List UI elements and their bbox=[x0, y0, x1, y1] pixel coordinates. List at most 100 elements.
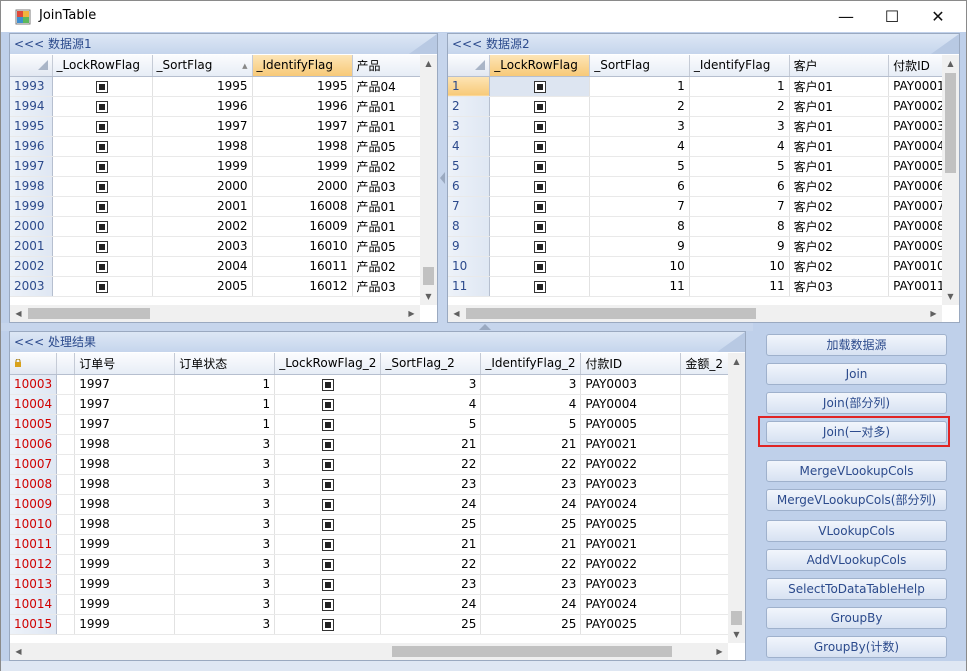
scroll-thumb[interactable] bbox=[423, 267, 434, 285]
minimize-button[interactable]: — bbox=[823, 1, 869, 32]
table-cell[interactable]: 5 bbox=[689, 156, 790, 177]
checkbox[interactable] bbox=[96, 100, 108, 113]
col-header[interactable]: 订单号 bbox=[74, 353, 176, 375]
checkbox[interactable] bbox=[321, 398, 334, 411]
checkbox[interactable] bbox=[533, 260, 546, 273]
col-header[interactable]: _LockRowFlag_2 bbox=[274, 353, 382, 375]
table-cell[interactable]: 1998 bbox=[74, 494, 176, 515]
table-cell[interactable]: 25 bbox=[480, 614, 582, 635]
table-cell[interactable]: 16011 bbox=[252, 256, 353, 277]
col-header[interactable]: 付款ID bbox=[580, 353, 682, 375]
table-cell[interactable]: 客户01 bbox=[789, 116, 890, 137]
table-cell[interactable]: 24 bbox=[480, 594, 582, 615]
merge-vlookup-cols-button[interactable]: MergeVLookupCols bbox=[766, 460, 947, 482]
scroll-up-icon[interactable]: ▲ bbox=[728, 353, 745, 370]
table-cell[interactable]: PAY0024 bbox=[580, 494, 682, 515]
table-row[interactable]: 10014 1999 3 24 24 PAY0024 bbox=[10, 594, 742, 615]
row-header[interactable]: 2000 bbox=[10, 216, 53, 237]
checkbox[interactable] bbox=[321, 498, 334, 511]
table-cell[interactable]: 3 bbox=[174, 454, 276, 475]
lock-checkbox-cell[interactable] bbox=[274, 574, 382, 595]
row-header[interactable]: 1994 bbox=[10, 96, 53, 117]
table-cell[interactable]: 4 bbox=[380, 394, 482, 415]
checkbox[interactable] bbox=[321, 578, 334, 591]
table-row[interactable]: 6 6 6 客户02 PAY0006 bbox=[448, 176, 959, 197]
table-row[interactable]: 1993 1995 1995 产品04 bbox=[10, 76, 423, 97]
table-cell[interactable]: 1998 bbox=[74, 454, 176, 475]
table-cell[interactable]: 3 bbox=[689, 116, 790, 137]
table-cell[interactable]: 23 bbox=[480, 474, 582, 495]
table-cell[interactable]: 产品03 bbox=[352, 176, 423, 197]
lock-checkbox-cell[interactable] bbox=[52, 116, 153, 137]
table-cell[interactable]: PAY0025 bbox=[580, 514, 682, 535]
row-header[interactable]: 10011 bbox=[10, 534, 58, 555]
datasource1-vscroll[interactable]: ▲ ▼ bbox=[420, 55, 437, 305]
table-cell[interactable]: 3 bbox=[589, 116, 690, 137]
table-cell[interactable]: 2000 bbox=[252, 176, 353, 197]
lock-checkbox-cell[interactable] bbox=[489, 156, 591, 177]
col-header[interactable]: _SortFlag bbox=[152, 55, 253, 77]
table-cell[interactable]: 22 bbox=[480, 454, 582, 475]
table-cell[interactable]: 1999 bbox=[74, 614, 176, 635]
table-cell[interactable]: PAY0023 bbox=[580, 574, 682, 595]
table-cell[interactable]: 10 bbox=[689, 256, 790, 277]
lock-checkbox-cell[interactable] bbox=[274, 414, 382, 435]
row-header[interactable]: 10014 bbox=[10, 594, 58, 615]
table-cell[interactable]: 22 bbox=[480, 554, 582, 575]
table-cell[interactable]: 9 bbox=[589, 236, 690, 257]
checkbox[interactable] bbox=[321, 538, 334, 551]
table-cell[interactable]: 1999 bbox=[252, 156, 353, 177]
row-header[interactable]: 5 bbox=[448, 156, 491, 177]
table-cell[interactable]: 1998 bbox=[152, 136, 253, 157]
table-cell[interactable]: 客户03 bbox=[789, 276, 890, 297]
table-cell[interactable]: PAY0004 bbox=[580, 394, 682, 415]
table-cell[interactable]: 2 bbox=[689, 96, 790, 117]
table-cell[interactable]: 21 bbox=[480, 434, 582, 455]
table-cell[interactable]: 2000 bbox=[152, 176, 253, 197]
datasource1-grid[interactable]: _LockRowFlag _SortFlag _IdentifyFlag 产品 … bbox=[10, 55, 437, 305]
table-cell[interactable]: 产品05 bbox=[352, 136, 423, 157]
maximize-button[interactable]: ☐ bbox=[869, 1, 915, 32]
table-cell[interactable]: 1 bbox=[589, 76, 690, 97]
table-cell[interactable]: 1999 bbox=[74, 594, 176, 615]
table-cell[interactable]: 1 bbox=[689, 76, 790, 97]
table-cell[interactable]: 3 bbox=[174, 514, 276, 535]
scroll-right-icon[interactable]: ▶ bbox=[711, 643, 728, 660]
table-cell[interactable]: 1999 bbox=[152, 156, 253, 177]
table-row[interactable]: 3 3 3 客户01 PAY0003 bbox=[448, 116, 959, 137]
table-row[interactable]: 7 7 7 客户02 PAY0007 bbox=[448, 196, 959, 217]
col-header[interactable]: 客户 bbox=[789, 55, 890, 77]
table-cell[interactable]: 2001 bbox=[152, 196, 253, 217]
table-row[interactable]: 10010 1998 3 25 25 PAY0025 bbox=[10, 514, 742, 535]
checkbox[interactable] bbox=[96, 180, 108, 193]
table-cell[interactable]: 21 bbox=[380, 434, 482, 455]
table-cell[interactable]: 23 bbox=[380, 474, 482, 495]
table-cell[interactable]: 1995 bbox=[252, 76, 353, 97]
row-header[interactable]: 10006 bbox=[10, 434, 58, 455]
checkbox[interactable] bbox=[96, 160, 108, 173]
row-header[interactable]: 10012 bbox=[10, 554, 58, 575]
table-cell[interactable]: 1999 bbox=[74, 554, 176, 575]
table-cell[interactable]: 4 bbox=[689, 136, 790, 157]
join-button[interactable]: Join bbox=[766, 363, 947, 385]
checkbox[interactable] bbox=[321, 558, 334, 571]
table-cell[interactable]: 7 bbox=[589, 196, 690, 217]
table-cell[interactable]: 16009 bbox=[252, 216, 353, 237]
checkbox[interactable] bbox=[96, 220, 108, 233]
table-cell[interactable]: PAY0021 bbox=[580, 434, 682, 455]
table-row[interactable]: 1996 1998 1998 产品05 bbox=[10, 136, 423, 157]
checkbox[interactable] bbox=[321, 438, 334, 451]
table-cell[interactable]: PAY0021 bbox=[580, 534, 682, 555]
checkbox[interactable] bbox=[96, 260, 108, 273]
table-cell[interactable]: 产品05 bbox=[352, 236, 423, 257]
checkbox[interactable] bbox=[321, 518, 334, 531]
table-cell-blank[interactable] bbox=[56, 414, 76, 435]
table-row[interactable]: 10004 1997 1 4 4 PAY0004 bbox=[10, 394, 742, 415]
lock-checkbox-cell[interactable] bbox=[52, 236, 153, 257]
scroll-up-icon[interactable]: ▲ bbox=[420, 55, 437, 72]
row-header[interactable]: 1 bbox=[448, 76, 491, 97]
scroll-right-icon[interactable]: ▶ bbox=[925, 305, 942, 322]
scroll-up-icon[interactable]: ▲ bbox=[942, 55, 959, 72]
table-cell[interactable]: 产品02 bbox=[352, 256, 423, 277]
table-cell[interactable]: 1999 bbox=[74, 574, 176, 595]
